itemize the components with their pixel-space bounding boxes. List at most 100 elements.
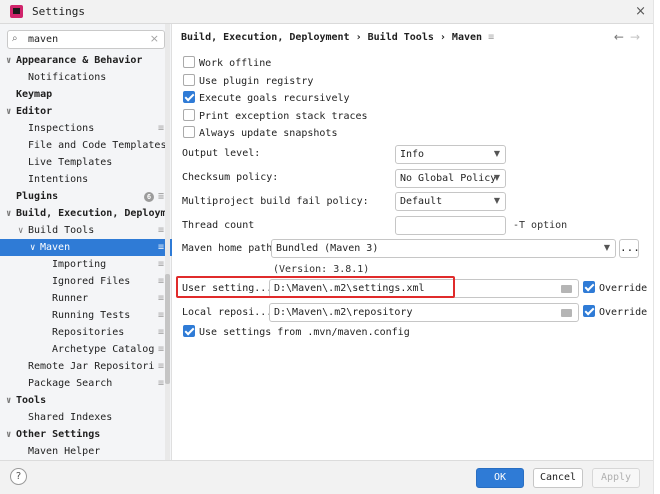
fail-policy-dropdown[interactable]: Default ▼ (395, 192, 506, 211)
cancel-button[interactable]: Cancel (533, 468, 583, 488)
chevron-down-icon: ▼ (493, 149, 500, 158)
search-field[interactable]: ⌕ maven × (7, 30, 165, 49)
search-icon: ⌕ (12, 33, 18, 44)
help-icon[interactable]: ? (10, 468, 27, 485)
local-repo-value: D:\Maven\.m2\repository (274, 307, 413, 318)
clear-search-icon[interactable]: × (150, 32, 159, 45)
tree-item[interactable]: Intentions (0, 171, 172, 188)
checksum-policy-label: Checksum policy: (182, 172, 279, 183)
checkbox-label: Always update snapshots (199, 128, 338, 139)
checksum-policy-dropdown[interactable]: No Global Policy ▼ (395, 169, 506, 188)
tree-item[interactable]: Package Search ≡ (0, 375, 172, 392)
window-title: Settings (32, 5, 85, 18)
output-level-dropdown[interactable]: Info ▼ (395, 145, 506, 164)
tree-item-label: Maven (40, 242, 71, 253)
tree-item-label: Inspections (28, 123, 95, 134)
maven-home-label: Maven home path: (182, 243, 279, 254)
checkbox[interactable] (183, 126, 195, 138)
tree-item[interactable]: ∨ Build Tools ≡ (0, 222, 172, 239)
tree-item[interactable]: ∨ Maven ≡ (0, 239, 172, 256)
dialog-footer: ? OK Cancel Apply (0, 460, 660, 494)
checkbox[interactable] (183, 325, 195, 337)
maven-home-combo[interactable]: Bundled (Maven 3) ▼ (271, 239, 616, 258)
tree-item[interactable]: ∨ Tools (0, 392, 172, 409)
highlight-annotation-box (176, 276, 455, 298)
browse-maven-home-button[interactable]: ... (619, 239, 640, 258)
tree-item[interactable]: Maven Helper (0, 443, 172, 460)
sidebar-scrollbar-thumb[interactable] (165, 274, 170, 384)
tree-item[interactable]: Keymap (0, 86, 172, 103)
chevron-down-icon[interactable]: ∨ (30, 240, 40, 256)
tree-item[interactable]: Notifications (0, 69, 172, 86)
fail-policy-label: Multiproject build fail policy: (182, 196, 369, 207)
tree-item[interactable]: File and Code Templates (0, 137, 172, 154)
option-checkbox-row[interactable]: Execute goals recursively (183, 91, 350, 106)
thread-count-field[interactable] (395, 216, 506, 235)
checkbox[interactable] (183, 91, 195, 103)
maven-home-value: Bundled (Maven 3) (276, 243, 379, 254)
chevron-down-icon[interactable]: ∨ (18, 223, 28, 239)
checkbox[interactable] (183, 73, 195, 86)
updates-badge: 6 (144, 192, 154, 202)
tree-item-label: Remote Jar Repositori (28, 361, 155, 372)
search-input-value[interactable]: maven (28, 34, 58, 45)
tree-item-label: Plugins (16, 191, 59, 202)
tree-item[interactable]: Importing ≡ (0, 256, 172, 273)
use-mvn-config-checkbox[interactable]: Use settings from .mvn/maven.config (183, 325, 410, 340)
chevron-down-icon[interactable]: ∨ (6, 427, 16, 443)
tree-item[interactable]: Live Templates (0, 154, 172, 171)
ok-button[interactable]: OK (476, 468, 524, 488)
option-checkbox-row[interactable]: Use plugin registry (183, 73, 314, 89)
checkbox[interactable] (183, 56, 195, 68)
thread-count-label: Thread count (182, 220, 255, 231)
chevron-down-icon[interactable]: ∨ (6, 393, 16, 409)
chevron-down-icon[interactable]: ∨ (6, 104, 16, 120)
back-arrow-icon[interactable]: ← (614, 30, 624, 44)
checkbox-label: Use plugin registry (199, 75, 314, 87)
intellij-app-icon (10, 5, 23, 18)
local-repo-field[interactable]: D:\Maven\.m2\repository (269, 303, 579, 322)
tree-item-label: Live Templates (28, 157, 113, 168)
tree-item[interactable]: ∨ Build, Execution, Deploym (0, 205, 172, 222)
chevron-down-icon: ▼ (603, 243, 610, 252)
apply-button[interactable]: Apply (592, 468, 640, 488)
option-checkbox-row[interactable]: Work offline (183, 56, 271, 71)
close-icon[interactable]: × (635, 4, 646, 19)
tree-item-label: Build Tools (28, 225, 95, 236)
user-settings-override[interactable]: Override (583, 281, 647, 296)
tree-item-label: Appearance & Behavior (16, 55, 143, 66)
tree-item[interactable]: ∨ Editor (0, 103, 172, 120)
local-repo-override[interactable]: Override (583, 305, 647, 320)
chevron-down-icon[interactable]: ∨ (6, 53, 16, 69)
settings-content: Build, Execution, Deployment › Build Too… (173, 24, 660, 460)
project-scope-icon: ≡ (157, 225, 164, 236)
tree-item[interactable]: Shared Indexes (0, 409, 172, 426)
checkbox-label: Execute goals recursively (199, 93, 350, 104)
chevron-down-icon[interactable]: ∨ (6, 206, 16, 222)
tree-item[interactable]: Ignored Files ≡ (0, 273, 172, 290)
option-checkbox-row[interactable]: Always update snapshots (183, 126, 337, 141)
tree-item[interactable]: Plugins 6 ≡ (0, 188, 172, 205)
folder-icon[interactable] (561, 309, 572, 317)
tree-item[interactable]: Repositories ≡ (0, 324, 172, 341)
checkbox[interactable] (583, 281, 595, 293)
checkbox[interactable] (583, 305, 595, 317)
tree-item[interactable]: Remote Jar Repositori ≡ (0, 358, 172, 375)
checkbox[interactable] (183, 108, 195, 121)
tree-item[interactable]: Archetype Catalog ≡ (0, 341, 172, 358)
tree-item[interactable]: ∨ Other Settings (0, 426, 172, 443)
tree-item[interactable]: Inspections ≡ (0, 120, 172, 137)
breadcrumb-text: Build, Execution, Deployment › Build Too… (181, 32, 483, 43)
tree-item[interactable]: ∨ Appearance & Behavior (0, 52, 172, 69)
sidebar-scrollbar[interactable] (165, 24, 170, 460)
forward-arrow-icon[interactable]: → (630, 30, 640, 44)
checkbox-label: Print exception stack traces (199, 110, 368, 122)
navigation-arrows: ← → (614, 30, 640, 44)
folder-icon[interactable] (561, 285, 572, 293)
local-repo-label: Local reposi... (182, 307, 273, 318)
tree-item-label: Tools (16, 395, 47, 406)
tree-item-label: Editor (16, 106, 53, 117)
tree-item[interactable]: Running Tests ≡ (0, 307, 172, 324)
tree-item[interactable]: Runner ≡ (0, 290, 172, 307)
option-checkbox-row[interactable]: Print exception stack traces (183, 108, 368, 124)
